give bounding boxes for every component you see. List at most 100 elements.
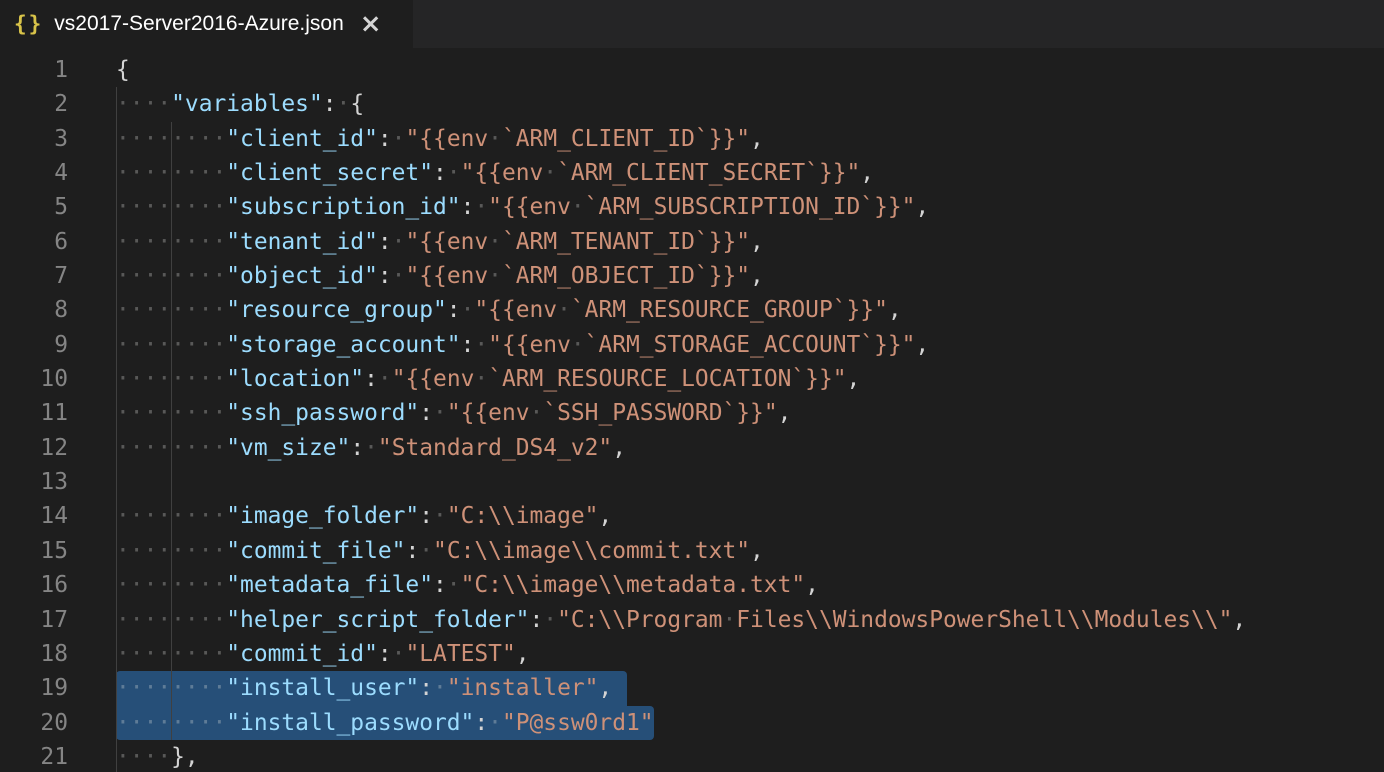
line-content[interactable]: ········"client_id":·"{{env·`ARM_CLIENT_… [116, 122, 1384, 156]
json-key: "client_secret" [226, 160, 433, 186]
line-content[interactable]: ········"location":·"{{env·`ARM_RESOURCE… [116, 362, 1384, 396]
line-number[interactable]: 7 [0, 259, 68, 293]
code-line-2[interactable]: 2 ····"variables":·{ [0, 87, 1384, 121]
code-line-5[interactable]: 5 ········"subscription_id":·"{{env·`ARM_… [0, 190, 1384, 224]
line-content[interactable]: ········"subscription_id":·"{{env·`ARM_S… [116, 190, 1384, 224]
json-string: "{{env [474, 297, 557, 323]
line-content[interactable]: ········"object_id":·"{{env·`ARM_OBJECT_… [116, 259, 1384, 293]
line-number[interactable]: 16 [0, 568, 68, 602]
code-line-12[interactable]: 12 ········"vm_size":·"Standard_DS4_v2", [0, 431, 1384, 465]
line-content[interactable]: ········"install_password":·"P@ssw0rd1" [116, 706, 1384, 740]
line-content[interactable]: ········"commit_file":·"C:\\image\\commi… [116, 534, 1384, 568]
code-line-19[interactable]: 19 ········"install_user":·"installer", [0, 671, 1384, 705]
whitespace-dots: ···· [116, 91, 171, 117]
line-number[interactable]: 9 [0, 328, 68, 362]
code-line-9[interactable]: 9 ········"storage_account":·"{{env·`ARM_… [0, 328, 1384, 362]
line-content[interactable]: ········"tenant_id":·"{{env·`ARM_TENANT_… [116, 225, 1384, 259]
code-line-13[interactable]: 13 [0, 465, 1384, 499]
line-number[interactable]: 13 [0, 465, 68, 499]
line-content[interactable]: ········"client_secret":·"{{env·`ARM_CLI… [116, 156, 1384, 190]
punctuation: : [364, 366, 378, 392]
code-line-6[interactable]: 6 ········"tenant_id":·"{{env·`ARM_TENANT… [0, 225, 1384, 259]
line-number[interactable]: 6 [0, 225, 68, 259]
whitespace-dots: · [447, 160, 461, 186]
line-content[interactable]: ····"variables":·{ [116, 87, 1384, 121]
json-string: `ARM_OBJECT_ID`}}" [502, 263, 750, 289]
code-line-21[interactable]: 21 ····}, [0, 740, 1384, 772]
code-line-7[interactable]: 7 ········"object_id":·"{{env·`ARM_OBJECT… [0, 259, 1384, 293]
line-content[interactable]: { [116, 53, 1384, 87]
code-line-8[interactable]: 8 ········"resource_group":·"{{env·`ARM_R… [0, 293, 1384, 327]
punctuation: , [612, 435, 626, 461]
json-string: "{{env [461, 160, 544, 186]
code-line-3[interactable]: 3 ········"client_id":·"{{env·`ARM_CLIENT… [0, 122, 1384, 156]
line-number[interactable]: 5 [0, 190, 68, 224]
whitespace-dots: · [488, 229, 502, 255]
json-string: `ARM_SUBSCRIPTION_ID`}}" [585, 194, 916, 220]
code-line-14[interactable]: 14 ········"image_folder":·"C:\\image", [0, 499, 1384, 533]
line-number[interactable]: 11 [0, 396, 68, 430]
json-string: "{{env [405, 126, 488, 152]
punctuation: , [750, 263, 764, 289]
line-content[interactable]: ········"image_folder":·"C:\\image", [116, 499, 1384, 533]
line-number[interactable]: 20 [0, 706, 68, 740]
line-content[interactable]: ····}, [116, 740, 1384, 772]
punctuation: , [847, 366, 861, 392]
line-content[interactable]: ········"commit_id":·"LATEST", [116, 637, 1384, 671]
code-line-15[interactable]: 15 ········"commit_file":·"C:\\image\\com… [0, 534, 1384, 568]
line-number[interactable]: 2 [0, 87, 68, 121]
punctuation: : [529, 607, 543, 633]
line-content[interactable] [116, 465, 1384, 499]
code-line-1[interactable]: 1{ [0, 53, 1384, 87]
tab-bar: {} vs2017-Server2016-Azure.json × [0, 0, 1384, 48]
tab-vs2017-server2016-azure[interactable]: {} vs2017-Server2016-Azure.json × [0, 0, 413, 48]
line-number[interactable]: 19 [0, 671, 68, 705]
json-string: `ARM_STORAGE_ACCOUNT`}}" [585, 332, 916, 358]
json-string: "{{env [405, 263, 488, 289]
whitespace-dots: · [364, 435, 378, 461]
line-content[interactable]: ········"storage_account":·"{{env·`ARM_S… [116, 328, 1384, 362]
punctuation: , [888, 297, 902, 323]
whitespace-dots: · [557, 297, 571, 323]
line-content[interactable]: ········"metadata_file":·"C:\\image\\met… [116, 568, 1384, 602]
code-line-4[interactable]: 4········"client_secret":·"{{env·`ARM_CL… [0, 156, 1384, 190]
line-number[interactable]: 8 [0, 293, 68, 327]
json-string: `ARM_TENANT_ID`}}" [502, 229, 750, 255]
code-editor[interactable]: 1{2····"variables":·{3········"client_id… [0, 48, 1384, 772]
line-number[interactable]: 17 [0, 603, 68, 637]
line-content[interactable]: ········"ssh_password":·"{{env·`SSH_PASS… [116, 396, 1384, 430]
punctuation: : [378, 126, 392, 152]
line-content[interactable]: ········"resource_group":·"{{env·`ARM_RE… [116, 293, 1384, 327]
json-string: `ARM_RESOURCE_LOCATION`}}" [488, 366, 846, 392]
code-line-18[interactable]: 18 ········"commit_id":·"LATEST", [0, 637, 1384, 671]
line-number[interactable]: 18 [0, 637, 68, 671]
punctuation: , [915, 194, 929, 220]
whitespace-dots: · [419, 538, 433, 564]
punctuation: , [915, 332, 929, 358]
line-number[interactable]: 3 [0, 122, 68, 156]
line-number[interactable]: 4 [0, 156, 68, 190]
tab-title: vs2017-Server2016-Azure.json [54, 12, 344, 36]
line-number[interactable]: 15 [0, 534, 68, 568]
code-line-17[interactable]: 17 ········"helper_script_folder":·"C:\\P… [0, 603, 1384, 637]
punctuation: , [598, 675, 612, 701]
json-string: `ARM_RESOURCE_GROUP`}}" [571, 297, 888, 323]
line-number[interactable]: 14 [0, 499, 68, 533]
line-content[interactable]: ········"install_user":·"installer", [116, 671, 1384, 705]
line-content[interactable]: ········"vm_size":·"Standard_DS4_v2", [116, 431, 1384, 465]
tab-close-icon[interactable]: × [360, 11, 382, 37]
json-string: "{{env [447, 400, 530, 426]
code-line-16[interactable]: 16 ········"metadata_file":·"C:\\image\\m… [0, 568, 1384, 602]
whitespace-dots: · [392, 126, 406, 152]
line-number[interactable]: 12 [0, 431, 68, 465]
line-number[interactable]: 1 [0, 53, 68, 87]
punctuation: , [750, 126, 764, 152]
json-string: "C:\\image\\metadata.txt" [461, 572, 806, 598]
line-content[interactable]: ········"helper_script_folder":·"C:\\Pro… [116, 603, 1384, 637]
code-line-11[interactable]: 11 ········"ssh_password":·"{{env·`SSH_PA… [0, 396, 1384, 430]
code-line-20[interactable]: 20 ········"install_password":·"P@ssw0rd1… [0, 706, 1384, 740]
whitespace-dots: ···· [116, 744, 171, 770]
line-number[interactable]: 21 [0, 740, 68, 772]
line-number[interactable]: 10 [0, 362, 68, 396]
code-line-10[interactable]: 10 ········"location":·"{{env·`ARM_RESOUR… [0, 362, 1384, 396]
